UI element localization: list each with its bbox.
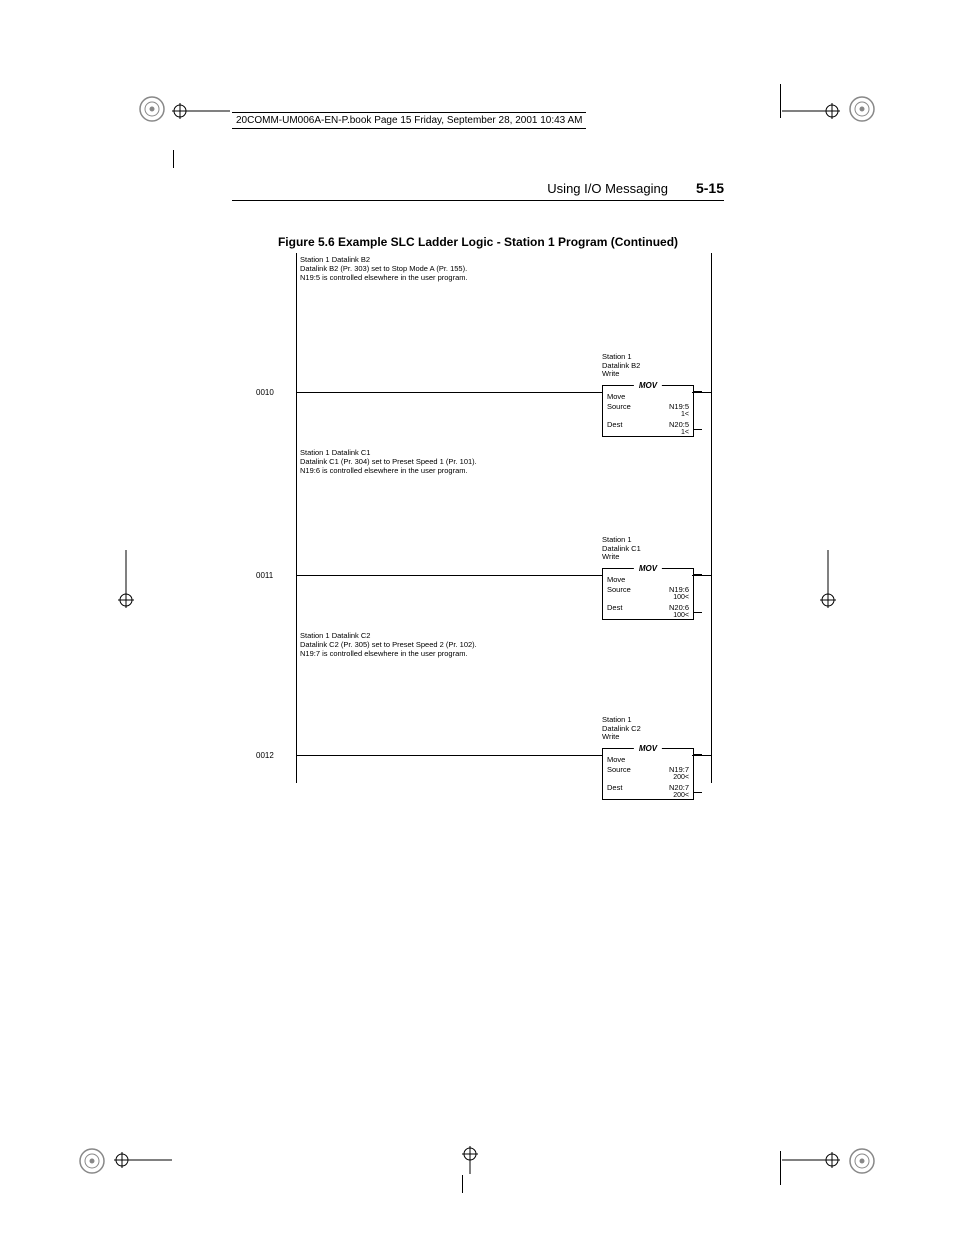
mov-dest-sub: 200<	[603, 792, 693, 800]
crosshair-icon	[462, 1144, 478, 1179]
mov-dest-val: N20:5	[669, 420, 689, 429]
crop-circle-tr	[848, 95, 876, 128]
guide-line	[462, 1175, 463, 1193]
mov-source-val: N19:5	[669, 402, 689, 411]
crosshair-icon	[170, 103, 230, 124]
ladder-diagram: Station 1 Datalink B2 Datalink B2 (Pr. 3…	[282, 253, 712, 783]
mov-source-sub: 200<	[603, 774, 693, 782]
guide-line	[780, 1151, 781, 1185]
chapter-title: Using I/O Messaging	[547, 181, 668, 196]
mov-move: Move	[607, 392, 625, 401]
box-stub	[694, 792, 702, 793]
mov-dest-val: N20:7	[669, 783, 689, 792]
mov-dest-label: Dest	[607, 603, 622, 612]
crosshair-icon	[112, 1152, 172, 1173]
guide-line	[780, 84, 781, 118]
rung-comment: Station 1 Datalink C1 Datalink C1 (Pr. 3…	[300, 448, 477, 475]
rung-number: 0012	[256, 751, 274, 760]
crosshair-icon	[782, 103, 842, 124]
mov-source-val: N19:7	[669, 765, 689, 774]
crosshair-icon	[782, 1152, 842, 1173]
figure-caption: Figure 5.6 Example SLC Ladder Logic - St…	[232, 235, 724, 249]
mov-dest-label: Dest	[607, 783, 622, 792]
mov-instruction: MOV Move SourceN19:6 100< DestN20:6 100<	[602, 568, 694, 620]
mov-dest-sub: 100<	[603, 612, 693, 620]
rung-comment: Station 1 Datalink C2 Datalink C2 (Pr. 3…	[300, 631, 477, 658]
rung-number: 0011	[256, 571, 273, 580]
mov-source-label: Source	[607, 402, 631, 411]
mov-source-val: N19:6	[669, 585, 689, 594]
left-rail	[296, 253, 297, 783]
book-header: 20COMM-UM006A-EN-P.book Page 15 Friday, …	[232, 112, 586, 129]
mov-header-label: Station 1 Datalink B2 Write	[602, 353, 640, 379]
rung-line	[692, 392, 712, 393]
right-rail	[711, 253, 712, 783]
rung-comment: Station 1 Datalink B2 Datalink B2 (Pr. 3…	[300, 255, 468, 282]
mov-source-label: Source	[607, 585, 631, 594]
crosshair-icon	[118, 550, 134, 615]
rung-line	[692, 755, 712, 756]
mov-source-label: Source	[607, 765, 631, 774]
mov-move: Move	[607, 755, 625, 764]
mov-header-label: Station 1 Datalink C1 Write	[602, 536, 641, 562]
rung-line	[296, 755, 602, 756]
page-number: 5-15	[696, 180, 724, 196]
mov-title: MOV	[634, 381, 662, 390]
mov-dest-sub: 1<	[603, 429, 693, 437]
crop-circle-bl	[78, 1147, 106, 1180]
mov-instruction: MOV Move SourceN19:5 1< DestN20:5 1<	[602, 385, 694, 437]
box-stub	[694, 612, 702, 613]
mov-source-sub: 100<	[603, 594, 693, 602]
mov-title: MOV	[634, 744, 662, 753]
mov-move: Move	[607, 575, 625, 584]
mov-title: MOV	[634, 564, 662, 573]
mov-header-label: Station 1 Datalink C2 Write	[602, 716, 641, 742]
rung-number: 0010	[256, 388, 274, 397]
mov-instruction: MOV Move SourceN19:7 200< DestN20:7 200<	[602, 748, 694, 800]
page-content: Using I/O Messaging 5-15 Figure 5.6 Exam…	[232, 180, 724, 783]
mov-dest-label: Dest	[607, 420, 622, 429]
crop-circle-br	[848, 1147, 876, 1180]
box-stub	[694, 429, 702, 430]
guide-line	[173, 150, 174, 168]
mov-dest-val: N20:6	[669, 603, 689, 612]
crosshair-icon	[820, 550, 836, 615]
running-head: Using I/O Messaging 5-15	[232, 180, 724, 201]
rung-line	[296, 392, 602, 393]
rung-line	[692, 575, 712, 576]
rung-line	[296, 575, 602, 576]
crop-circle-tl	[138, 95, 166, 128]
mov-source-sub: 1<	[603, 411, 693, 419]
